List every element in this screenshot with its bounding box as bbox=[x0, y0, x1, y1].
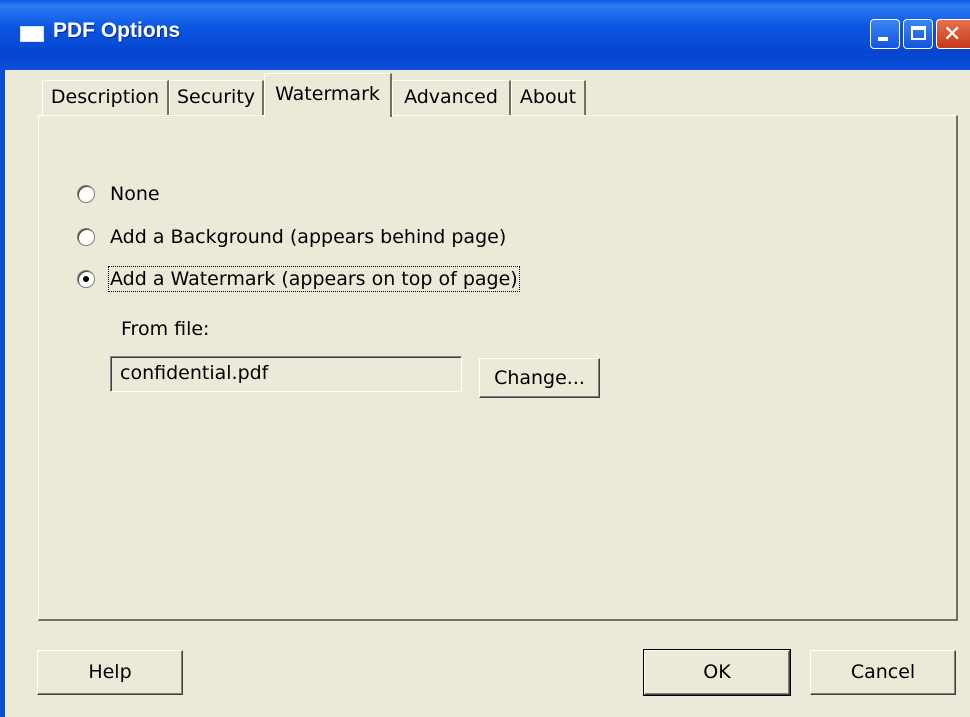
radio-background-label: Add a Background (appears behind page) bbox=[110, 226, 507, 248]
tab-description-label: Description bbox=[50, 86, 160, 108]
maximize-button[interactable] bbox=[903, 19, 933, 49]
radio-none[interactable]: None bbox=[77, 181, 160, 207]
radio-none-label: None bbox=[110, 183, 160, 205]
ok-button[interactable]: OK bbox=[643, 649, 791, 696]
radio-watermark[interactable]: Add a Watermark (appears on top of page) bbox=[77, 266, 520, 292]
change-button[interactable]: Change... bbox=[479, 358, 600, 398]
radio-background[interactable]: Add a Background (appears behind page) bbox=[77, 224, 506, 250]
cancel-button[interactable]: Cancel bbox=[810, 650, 956, 695]
radio-watermark-label: Add a Watermark (appears on top of page) bbox=[108, 266, 520, 292]
tab-about[interactable]: About bbox=[511, 80, 586, 116]
radio-none-button[interactable] bbox=[77, 185, 95, 203]
minimize-icon bbox=[878, 37, 888, 41]
tab-about-label: About bbox=[519, 86, 577, 108]
window-icon[interactable] bbox=[20, 26, 44, 42]
help-button[interactable]: Help bbox=[37, 650, 183, 695]
tab-security-label: Security bbox=[176, 86, 256, 108]
close-button[interactable]: ✕ bbox=[936, 19, 970, 49]
minimize-button[interactable] bbox=[870, 19, 900, 49]
radio-background-button[interactable] bbox=[77, 228, 95, 246]
tab-description[interactable]: Description bbox=[42, 80, 169, 116]
title-bar[interactable]: PDF Options ✕ bbox=[0, 0, 970, 70]
radio-watermark-button[interactable] bbox=[77, 270, 95, 288]
radio-selected-dot bbox=[83, 276, 89, 282]
file-path-field[interactable]: confidential.pdf bbox=[110, 356, 462, 392]
tab-security[interactable]: Security bbox=[169, 80, 264, 116]
tab-watermark[interactable]: Watermark bbox=[264, 73, 392, 117]
window-frame-left bbox=[0, 70, 5, 717]
tab-watermark-label: Watermark bbox=[275, 83, 380, 105]
maximize-icon bbox=[911, 26, 926, 40]
close-icon: ✕ bbox=[943, 22, 962, 47]
tab-advanced-label: Advanced bbox=[404, 86, 498, 108]
tab-advanced[interactable]: Advanced bbox=[392, 80, 511, 116]
window-title: PDF Options bbox=[53, 19, 181, 42]
from-file-label: From file: bbox=[121, 318, 210, 340]
